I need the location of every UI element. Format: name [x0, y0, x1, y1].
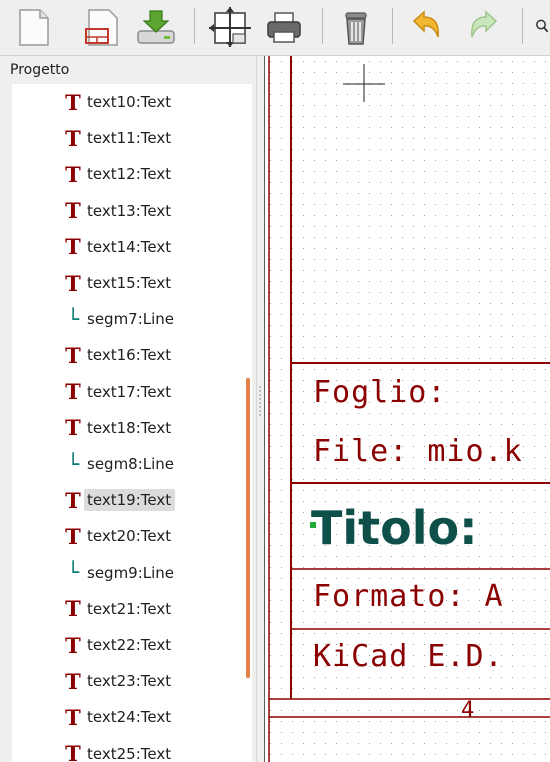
- text-icon: T: [65, 704, 81, 730]
- tree-item-label: text10:Text: [87, 93, 172, 111]
- sheet-number: 4: [461, 698, 474, 723]
- text-icon: T: [65, 161, 81, 187]
- text-icon: T: [65, 415, 81, 441]
- toolbar-separator: [522, 8, 523, 44]
- tree-item[interactable]: Ttext11:Text: [62, 123, 175, 153]
- main-toolbar: [0, 0, 550, 56]
- tree-item[interactable]: Ttext21:Text: [62, 594, 175, 624]
- tree-item[interactable]: Ttext19:Text: [62, 485, 176, 515]
- text-icon: T: [65, 668, 81, 694]
- tree-item-label: text20:Text: [87, 527, 172, 546]
- tree-item[interactable]: Ttext10:Text: [62, 87, 175, 117]
- project-tree[interactable]: Ttext10:Text Ttext11:Text Ttext12:Text Ttex…: [12, 84, 252, 762]
- text-icon: T: [65, 596, 81, 622]
- download-icon[interactable]: [132, 6, 180, 48]
- title-label[interactable]: Titolo:: [311, 501, 478, 555]
- text-icon: T: [65, 523, 81, 549]
- tree-item[interactable]: Ttext13:Text: [62, 196, 175, 226]
- tree-item[interactable]: Ttext24:Text: [62, 702, 175, 732]
- trash-icon[interactable]: [332, 6, 380, 48]
- zoom-icon[interactable]: [532, 6, 550, 48]
- tree-item-label: text18:Text: [87, 418, 172, 437]
- tree-item-label: text17:Text: [87, 382, 172, 401]
- tree-item-label: text24:Text: [87, 708, 172, 727]
- toolbar-separator: [392, 8, 393, 44]
- tree-item-label: text12:Text: [87, 165, 172, 184]
- text-icon: T: [65, 125, 81, 151]
- anchor-marker[interactable]: [310, 522, 316, 528]
- tree-item[interactable]: Ttext20:Text: [62, 521, 175, 551]
- line-icon: └: [66, 306, 80, 331]
- tree-item-label: text23:Text: [87, 672, 172, 691]
- tree-item[interactable]: Ttext22:Text: [62, 630, 175, 660]
- tree-item[interactable]: Ttext15:Text: [62, 268, 175, 298]
- text-icon: T: [65, 632, 81, 658]
- redo-icon[interactable]: [460, 6, 508, 48]
- tree-item[interactable]: └ segm7:Line: [62, 304, 178, 334]
- text-icon: T: [65, 741, 81, 762]
- drawing-canvas[interactable]: Foglio: File: mio.k Formato: A KiCad E.D…: [264, 56, 550, 762]
- scrollbar-thumb[interactable]: [246, 378, 250, 678]
- tree-item[interactable]: Ttext14:Text: [62, 232, 175, 262]
- tree-item-label: segm9:Line: [87, 563, 175, 582]
- tree-item[interactable]: Ttext16:Text: [62, 340, 175, 370]
- file-label[interactable]: File: mio.k: [313, 434, 523, 469]
- toolbar-separator: [194, 8, 195, 44]
- tree-item-label: segm7:Line: [87, 310, 175, 329]
- print-icon[interactable]: [260, 6, 308, 48]
- new-sheet-icon[interactable]: [78, 6, 128, 48]
- splitter-grip[interactable]: [259, 386, 261, 416]
- new-page-icon[interactable]: [10, 6, 56, 48]
- tree-item[interactable]: └ segm9:Line: [62, 558, 178, 588]
- tree-item[interactable]: Ttext12:Text: [62, 159, 175, 189]
- tree-item[interactable]: Ttext17:Text: [62, 377, 175, 407]
- tree-item-label: text21:Text: [87, 599, 172, 618]
- kicad-label[interactable]: KiCad E.D.: [313, 639, 504, 674]
- tree-item[interactable]: Ttext25:Text: [62, 739, 175, 762]
- project-panel: Progetto Ttext10:Text Ttext11:Text Ttext12…: [0, 56, 256, 762]
- tree-item-label: text25:Text: [87, 744, 172, 762]
- undo-icon[interactable]: [402, 6, 450, 48]
- tree-item-label: segm8:Line: [87, 455, 175, 473]
- text-icon: T: [65, 234, 81, 260]
- text-icon: T: [65, 342, 81, 368]
- tree-item-label: text11:Text: [87, 129, 172, 148]
- tree-item-label: text22:Text: [87, 636, 172, 654]
- tree-item-label: text14:Text: [87, 237, 172, 256]
- page-settings-icon[interactable]: [204, 6, 254, 48]
- tree-item[interactable]: └ segm8:Line: [62, 449, 178, 479]
- tree-item[interactable]: Ttext18:Text: [62, 413, 175, 443]
- sheet-label[interactable]: Foglio:: [313, 375, 446, 410]
- text-icon: T: [65, 270, 81, 296]
- tree-item-label: text16:Text: [87, 346, 172, 365]
- text-icon: T: [65, 487, 81, 513]
- tree-item-label: text13:Text: [87, 201, 172, 220]
- line-icon: └: [66, 560, 80, 585]
- panel-title: Progetto: [10, 62, 70, 78]
- format-label[interactable]: Formato: A: [313, 579, 504, 614]
- tree-item-label: text19:Text: [84, 489, 176, 512]
- line-icon: └: [66, 451, 80, 476]
- tree-item-label: text15:Text: [87, 274, 172, 292]
- text-icon: T: [65, 198, 81, 224]
- text-icon: T: [65, 89, 81, 115]
- toolbar-separator: [322, 8, 323, 44]
- tree-item[interactable]: Ttext23:Text: [62, 666, 175, 696]
- text-icon: T: [65, 379, 81, 405]
